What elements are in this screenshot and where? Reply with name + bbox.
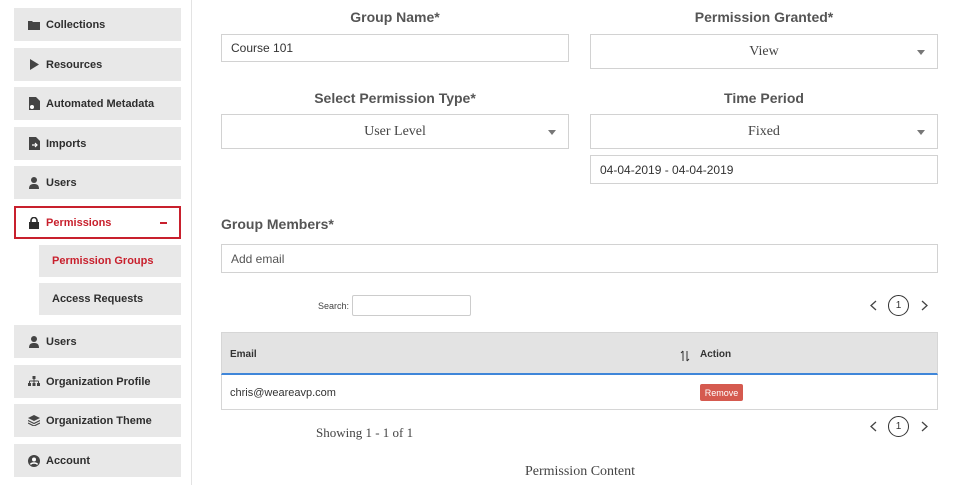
user-icon [28,176,40,189]
permission-type-select[interactable]: User Level [221,114,569,149]
date-range-input[interactable]: 04-04-2019 - 04-04-2019 [590,155,938,184]
sidebar-item-label: Automated Metadata [46,97,155,110]
permission-granted-value: View [749,43,779,59]
sidebar-item-collections[interactable]: Collections [14,8,181,41]
page-number[interactable]: 1 [888,416,909,437]
account-circle-icon [28,454,40,467]
add-email-placeholder: Add email [231,251,285,266]
column-header-email[interactable]: Email [230,349,257,360]
group-members-label: Group Members* [221,216,334,232]
add-email-input[interactable]: Add email [221,244,938,273]
chevron-right-icon[interactable] [917,299,931,313]
sidebar-item-label: Users [46,176,77,189]
sidebar-item-label: Account [46,454,90,467]
sort-icon[interactable] [680,349,690,367]
top-pagination: 1 [866,295,931,316]
sidebar-item-users-2[interactable]: Users [14,325,181,358]
group-name-input[interactable]: Course 101 [221,34,569,62]
folder-icon [28,19,40,31]
section-heading: Permission Content [524,464,636,479]
time-period-label: Time Period [724,90,804,106]
permission-granted-label: Permission Granted* [694,9,834,25]
sidebar-item-label: Imports [46,137,87,150]
sidebar-item-account[interactable]: Account [14,444,181,477]
sidebar-item-label: Users [46,335,77,348]
sidebar-item-label: Organization Profile [46,375,151,388]
sidebar-item-organization-theme[interactable]: Organization Theme [14,404,181,437]
sidebar: Collections Resources Automated Metadata… [0,0,192,485]
submenu-item-access-requests[interactable]: Access Requests [39,283,181,315]
date-range-value: 04-04-2019 - 04-04-2019 [600,162,734,177]
column-header-action: Action [700,349,732,360]
chevron-down-icon [917,129,925,135]
sidebar-item-resources[interactable]: Resources [14,48,181,81]
metadata-icon [28,97,40,110]
chevron-right-icon[interactable] [917,420,931,434]
user-icon [28,335,40,348]
sidebar-item-label: Permissions [46,216,112,229]
bottom-pagination: 1 [866,416,931,437]
lock-icon [28,216,40,229]
play-icon [28,59,40,71]
permission-type-label: Select Permission Type* [314,90,476,106]
time-period-value: Fixed [748,123,780,139]
sidebar-item-automated-metadata[interactable]: Automated Metadata [14,87,181,120]
layers-icon [28,415,40,427]
remove-button[interactable]: Remove [700,384,743,401]
chevron-left-icon[interactable] [866,420,880,434]
table-header: Email Action [221,332,938,375]
sidebar-item-label: Organization Theme [46,414,152,427]
search-input[interactable] [352,295,471,316]
sidebar-item-organization-profile[interactable]: Organization Profile [14,365,181,398]
sidebar-item-label: Collections [46,18,106,31]
search-label: Search: [318,301,350,311]
sidebar-item-users[interactable]: Users [14,166,181,199]
email-cell: chris@weareavp.com [230,387,336,399]
permission-granted-select[interactable]: View [590,34,938,69]
page-number[interactable]: 1 [888,295,909,316]
org-chart-icon [28,376,40,388]
chevron-down-icon [917,49,925,55]
file-import-icon [28,137,40,150]
sidebar-item-imports[interactable]: Imports [14,127,181,160]
showing-count: Showing 1 - 1 of 1 [316,425,414,440]
submenu-item-permission-groups[interactable]: Permission Groups [39,245,181,277]
table-row: chris@weareavp.com Remove [221,375,938,410]
group-name-value: Course 101 [231,41,294,55]
group-name-label: Group Name* [350,9,440,25]
permission-type-value: User Level [364,123,426,139]
time-period-select[interactable]: Fixed [590,114,938,149]
submenu-item-label: Permission Groups [52,255,154,267]
sidebar-item-label: Resources [46,58,103,71]
chevron-left-icon[interactable] [866,299,880,313]
chevron-down-icon [548,129,556,135]
collapse-minus-icon[interactable] [160,221,167,224]
sidebar-item-permissions[interactable]: Permissions [14,206,181,239]
submenu-item-label: Access Requests [52,293,144,305]
